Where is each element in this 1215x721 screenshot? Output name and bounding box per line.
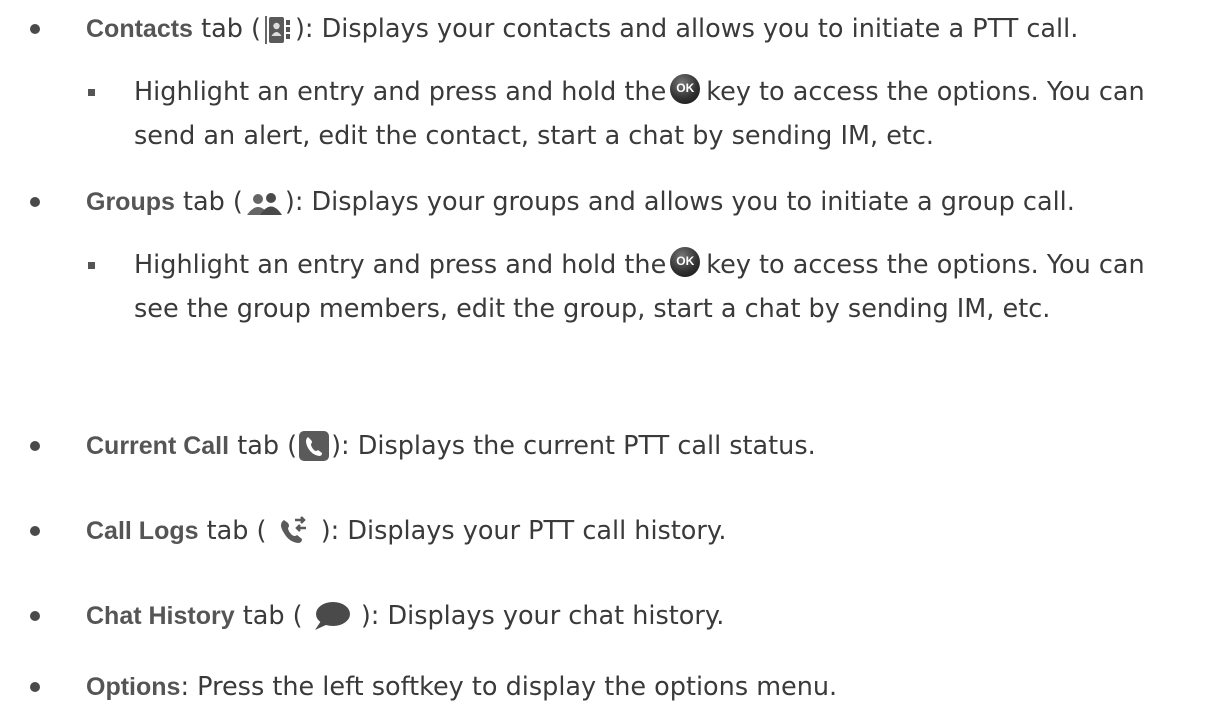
item-label: Call Logs [86,517,199,545]
item-text: Chat History tab ( ): Displays your chat… [86,597,724,642]
item-text: Call Logs tab ( ): Displays your PTT cal… [86,512,726,557]
sub-item-text: Highlight an entry and press and hold th… [134,73,1145,111]
call-log-icon [277,516,311,557]
item-text: Groups tab (): Displays your groups and … [86,183,1075,228]
group-people-icon [245,190,283,228]
bullet [30,611,40,621]
item-label: Groups [86,188,175,216]
bullet [30,526,40,536]
sub-bullet [88,89,95,96]
ok-key-icon: OK [670,74,701,104]
ok-key-icon: OK [670,247,701,277]
item-text: Contacts tab (): Displays your contacts … [86,10,1078,55]
item-label: Options [86,673,181,701]
item-label: Contacts [86,15,193,43]
chat-bubble-icon [313,601,351,642]
item-text: Options: Press the left softkey to displ… [86,672,838,702]
bullet [30,197,40,207]
bullet [30,682,40,692]
item-label: Current Call [86,432,230,460]
bullet [30,24,40,34]
bullet [30,441,40,451]
sub-item-text-line2: see the group members, edit the group, s… [134,294,1051,324]
contacts-book-icon [263,16,293,55]
sub-bullet [88,262,95,269]
item-text: Current Call tab (): Displays the curren… [86,427,816,472]
sub-item-text: Highlight an entry and press and hold th… [134,246,1145,284]
sub-item-text-line2: send an alert, edit the contact, start a… [134,121,935,151]
phone-handset-icon [299,431,330,472]
item-label: Chat History [86,602,235,630]
